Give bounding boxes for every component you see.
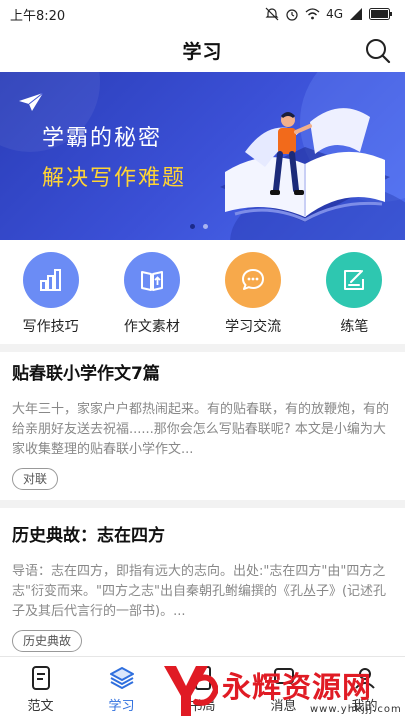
quick-item-study-exchange[interactable]: 学习交流 bbox=[209, 248, 297, 344]
network-type: 4G bbox=[326, 7, 343, 21]
quick-menu: 写作技巧 作文素材 学习交流 练笔 bbox=[0, 248, 405, 344]
tab-study[interactable]: 学习 bbox=[81, 657, 162, 720]
paper-plane-icon bbox=[19, 92, 44, 111]
battery-icon bbox=[369, 8, 392, 20]
bar-chart-icon bbox=[39, 269, 61, 291]
book-upload-icon bbox=[140, 271, 163, 291]
article-summary: 大年三十，家家户户都热闹起来。有的贴春联，有的放鞭炮，有的给亲朋好友送去祝福..… bbox=[12, 402, 390, 457]
book-illustration bbox=[220, 108, 390, 222]
page-title: 学习 bbox=[182, 40, 223, 63]
banner-dot[interactable] bbox=[203, 224, 208, 229]
article-card[interactable]: 贴春联小学作文7篇 大年三十，家家户户都热闹起来。有的贴春联，有的放鞭炮，有的给… bbox=[0, 362, 405, 490]
layers-icon bbox=[109, 667, 134, 689]
article-tag[interactable]: 历史典故 bbox=[12, 630, 83, 652]
status-time: 上午8:20 bbox=[10, 8, 66, 24]
tab-label: 范文 bbox=[27, 699, 54, 714]
alarm-icon bbox=[286, 9, 298, 21]
banner-headline: 学霸的秘密 bbox=[42, 126, 163, 151]
watermark-logo bbox=[164, 666, 218, 716]
promo-banner[interactable]: 学霸的秘密 解决写作难题 bbox=[0, 72, 405, 240]
quick-label: 作文素材 bbox=[123, 319, 180, 335]
status-bar: 上午8:20 4G bbox=[0, 0, 405, 28]
edit-note-icon bbox=[344, 270, 365, 290]
wifi-icon bbox=[305, 8, 320, 20]
banner-dot[interactable] bbox=[190, 224, 195, 229]
app-header: 学习 bbox=[0, 28, 405, 72]
banner-pagination bbox=[190, 224, 208, 229]
quick-icon-circle bbox=[123, 252, 180, 308]
quick-item-materials[interactable]: 作文素材 bbox=[108, 248, 196, 344]
watermark: 永辉资源网 www.yhkjjj.com bbox=[160, 662, 405, 720]
signal-icon bbox=[350, 8, 362, 20]
mute-icon bbox=[265, 7, 279, 21]
quick-label: 学习交流 bbox=[225, 319, 282, 335]
status-icons: 4G bbox=[265, 7, 393, 21]
tab-essays[interactable]: 范文 bbox=[0, 657, 81, 720]
quick-icon-circle bbox=[225, 252, 282, 308]
section-divider bbox=[0, 344, 405, 352]
quick-icon-circle bbox=[22, 252, 79, 308]
article-tag[interactable]: 对联 bbox=[12, 468, 59, 490]
article-summary: 导语：志在四方，即指有远大的志向。出处:"志在四方"由"四方之志"衍变而来。"四… bbox=[12, 564, 387, 619]
tab-label: 学习 bbox=[108, 699, 135, 714]
quick-icon-circle bbox=[326, 252, 383, 308]
watermark-text: 永辉资源网 bbox=[222, 670, 373, 704]
quick-label: 写作技巧 bbox=[22, 319, 79, 335]
section-divider bbox=[0, 500, 405, 508]
article-title: 历史典故：志在四方 bbox=[12, 526, 165, 546]
search-icon[interactable] bbox=[363, 36, 393, 66]
article-title: 贴春联小学作文7篇 bbox=[12, 364, 160, 384]
chat-bubble-icon bbox=[242, 269, 265, 290]
quick-item-writing-tips[interactable]: 写作技巧 bbox=[7, 248, 95, 344]
article-card[interactable]: 历史典故：志在四方 导语：志在四方，即指有远大的志向。出处:"志在四方"由"四方… bbox=[0, 524, 405, 652]
quick-label: 练笔 bbox=[340, 319, 369, 335]
banner-subheadline: 解决写作难题 bbox=[42, 166, 187, 191]
document-icon bbox=[31, 666, 50, 690]
quick-item-practice[interactable]: 练笔 bbox=[310, 248, 398, 344]
watermark-url: www.yhkjjj.com bbox=[310, 704, 402, 715]
